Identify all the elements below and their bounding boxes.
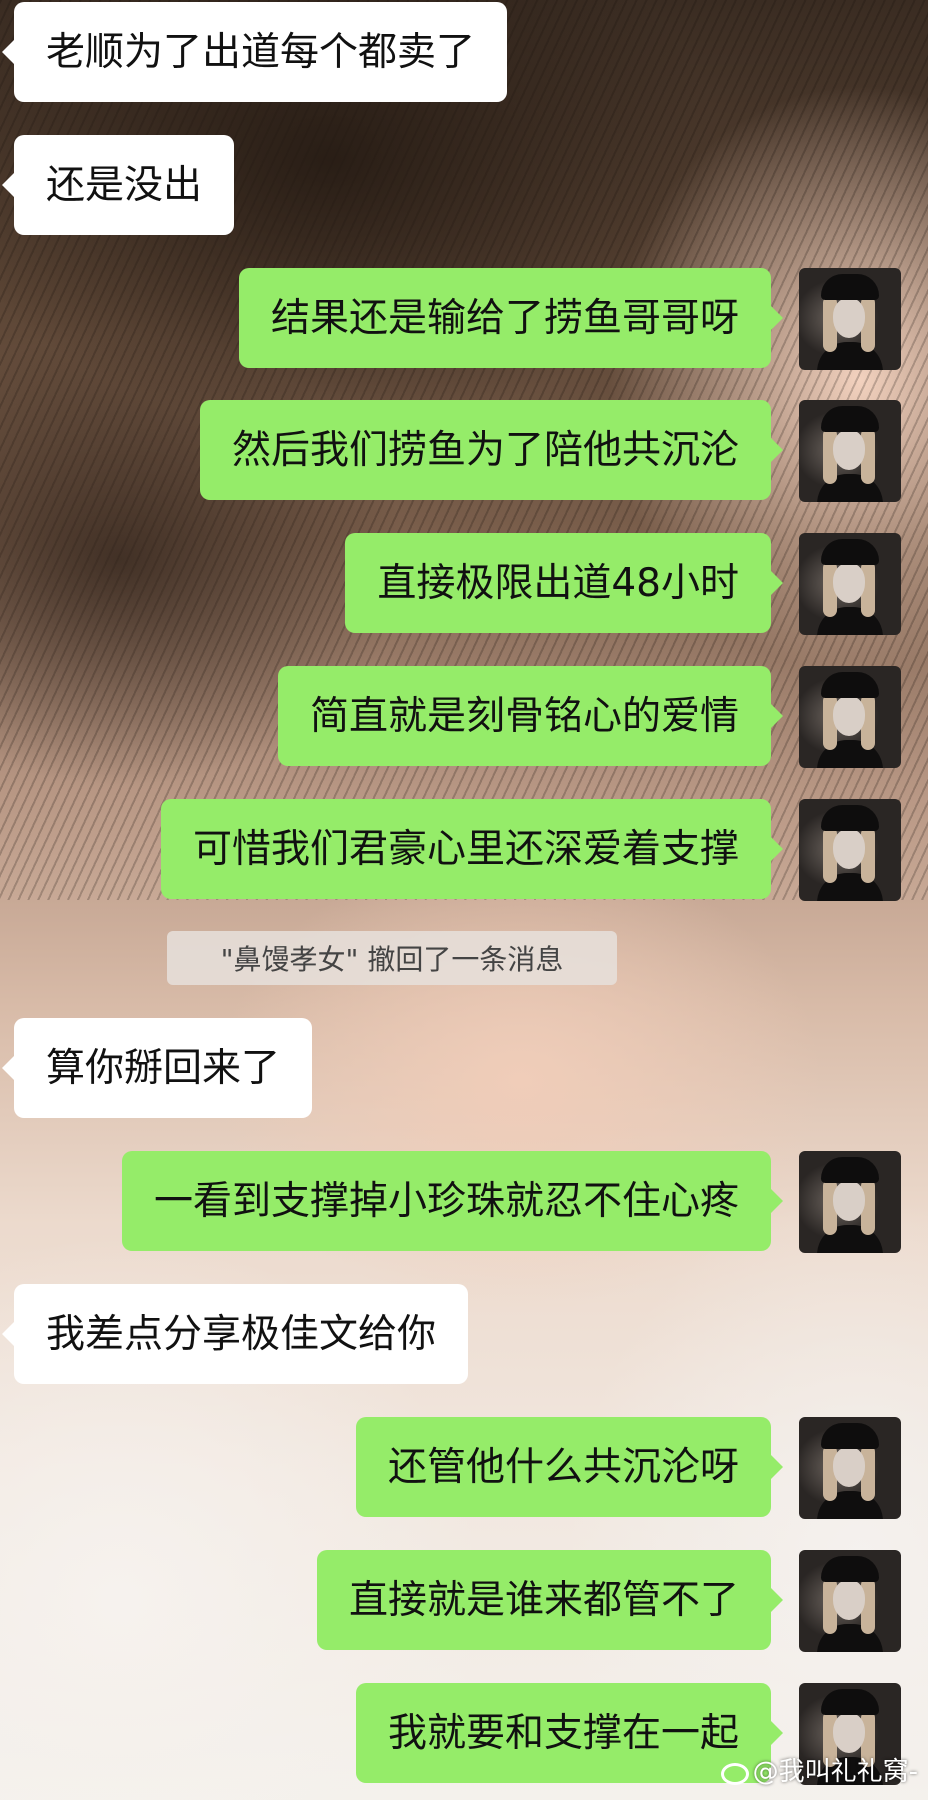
message-text: 直接极限出道48小时 bbox=[377, 560, 739, 606]
message-text: 直接就是谁来都管不了 bbox=[348, 1577, 739, 1623]
user-avatar[interactable] bbox=[799, 1151, 901, 1253]
message-bubble-sent[interactable]: 还管他什么共沉沦呀 bbox=[355, 1417, 784, 1517]
recall-notice-text: "鼻馒孝女" 撤回了一条消息 bbox=[220, 943, 564, 976]
message-bubble-received[interactable]: 算你掰回来了 bbox=[1, 1018, 313, 1118]
message-text: 还是没出 bbox=[46, 162, 203, 208]
message-text: 我差点分享极佳文给你 bbox=[46, 1311, 437, 1357]
message-text: 一看到支撑掉小珍珠就忍不住心疼 bbox=[153, 1178, 739, 1224]
message-text: 还管他什么共沉沦呀 bbox=[387, 1444, 739, 1490]
user-avatar[interactable] bbox=[799, 1417, 901, 1519]
user-avatar[interactable] bbox=[799, 799, 901, 901]
weibo-watermark: @我叫礼礼窝- bbox=[719, 1751, 918, 1788]
user-avatar[interactable] bbox=[799, 1550, 901, 1652]
user-avatar[interactable] bbox=[799, 533, 901, 635]
weibo-icon bbox=[719, 1759, 749, 1785]
message-text: 我就要和支撑在一起 bbox=[387, 1710, 739, 1756]
message-bubble-sent[interactable]: 我就要和支撑在一起 bbox=[355, 1683, 784, 1783]
user-avatar[interactable] bbox=[799, 666, 901, 768]
message-bubble-sent[interactable]: 直接极限出道48小时 bbox=[345, 533, 783, 633]
message-bubble-sent[interactable]: 简直就是刻骨铭心的爱情 bbox=[277, 666, 784, 766]
message-text: 可惜我们君豪心里还深爱着支撑 bbox=[192, 826, 739, 872]
message-text: 算你掰回来了 bbox=[46, 1045, 281, 1091]
message-text: 简直就是刻骨铭心的爱情 bbox=[309, 693, 739, 739]
message-text: 结果还是输给了捞鱼哥哥呀 bbox=[270, 295, 739, 341]
recall-notice: "鼻馒孝女" 撤回了一条消息 bbox=[167, 931, 617, 985]
message-bubble-sent[interactable]: 一看到支撑掉小珍珠就忍不住心疼 bbox=[121, 1151, 784, 1251]
message-bubble-received[interactable]: 老顺为了出道每个都卖了 bbox=[1, 2, 508, 102]
user-avatar[interactable] bbox=[799, 268, 901, 370]
message-bubble-sent[interactable]: 可惜我们君豪心里还深爱着支撑 bbox=[160, 799, 784, 899]
watermark-text: @我叫礼礼窝- bbox=[752, 1757, 918, 1787]
message-text: 然后我们捞鱼为了陪他共沉沦 bbox=[231, 427, 739, 473]
user-avatar[interactable] bbox=[799, 400, 901, 502]
message-bubble-sent[interactable]: 结果还是输给了捞鱼哥哥呀 bbox=[238, 268, 784, 368]
message-bubble-received[interactable]: 还是没出 bbox=[1, 135, 235, 235]
message-bubble-sent[interactable]: 然后我们捞鱼为了陪他共沉沦 bbox=[199, 400, 784, 500]
message-text: 老顺为了出道每个都卖了 bbox=[46, 29, 476, 75]
message-bubble-sent[interactable]: 直接就是谁来都管不了 bbox=[316, 1550, 784, 1650]
message-bubble-received[interactable]: 我差点分享极佳文给你 bbox=[1, 1284, 469, 1384]
